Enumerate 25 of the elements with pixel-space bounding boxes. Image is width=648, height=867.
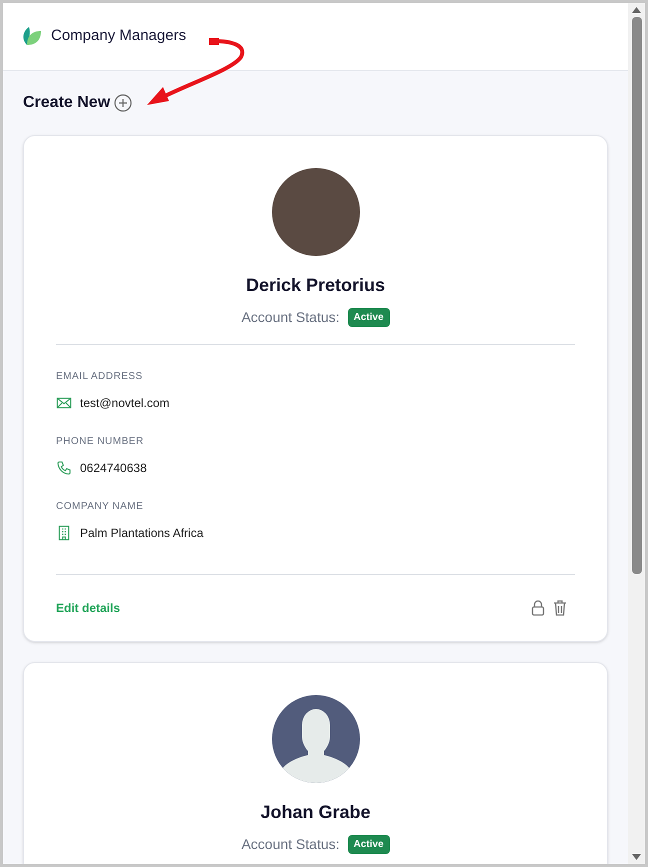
scrollbar-thumb[interactable] bbox=[632, 17, 642, 574]
field-label: COMPANY NAME bbox=[56, 500, 144, 514]
add-circle-icon[interactable] bbox=[114, 94, 132, 112]
page-title: Company Managers bbox=[51, 26, 186, 46]
lock-icon[interactable] bbox=[531, 600, 545, 616]
scroll-up-icon[interactable] bbox=[632, 7, 641, 13]
edit-details-link[interactable]: Edit details bbox=[56, 599, 120, 617]
building-icon bbox=[56, 525, 72, 541]
field-value: test@novtel.com bbox=[80, 395, 170, 412]
phone-icon bbox=[56, 460, 72, 476]
scrollbar[interactable] bbox=[628, 3, 645, 864]
scroll-down-icon[interactable] bbox=[632, 854, 641, 860]
status-label: Account Status: bbox=[241, 835, 340, 854]
field-label: EMAIL ADDRESS bbox=[56, 370, 144, 384]
trash-icon[interactable] bbox=[553, 600, 567, 616]
envelope-icon bbox=[56, 395, 72, 411]
manager-name: Johan Grabe bbox=[260, 801, 371, 824]
field-value: Palm Plantations Africa bbox=[80, 525, 204, 542]
manager-name: Derick Pretorius bbox=[246, 274, 386, 297]
field-value: 0624740638 bbox=[80, 460, 147, 477]
status-badge: Active bbox=[348, 835, 390, 854]
create-new-label: Create New bbox=[23, 93, 110, 113]
status-badge: Active bbox=[348, 308, 390, 327]
status-label: Account Status: bbox=[241, 308, 340, 327]
field-label: PHONE NUMBER bbox=[56, 435, 145, 449]
